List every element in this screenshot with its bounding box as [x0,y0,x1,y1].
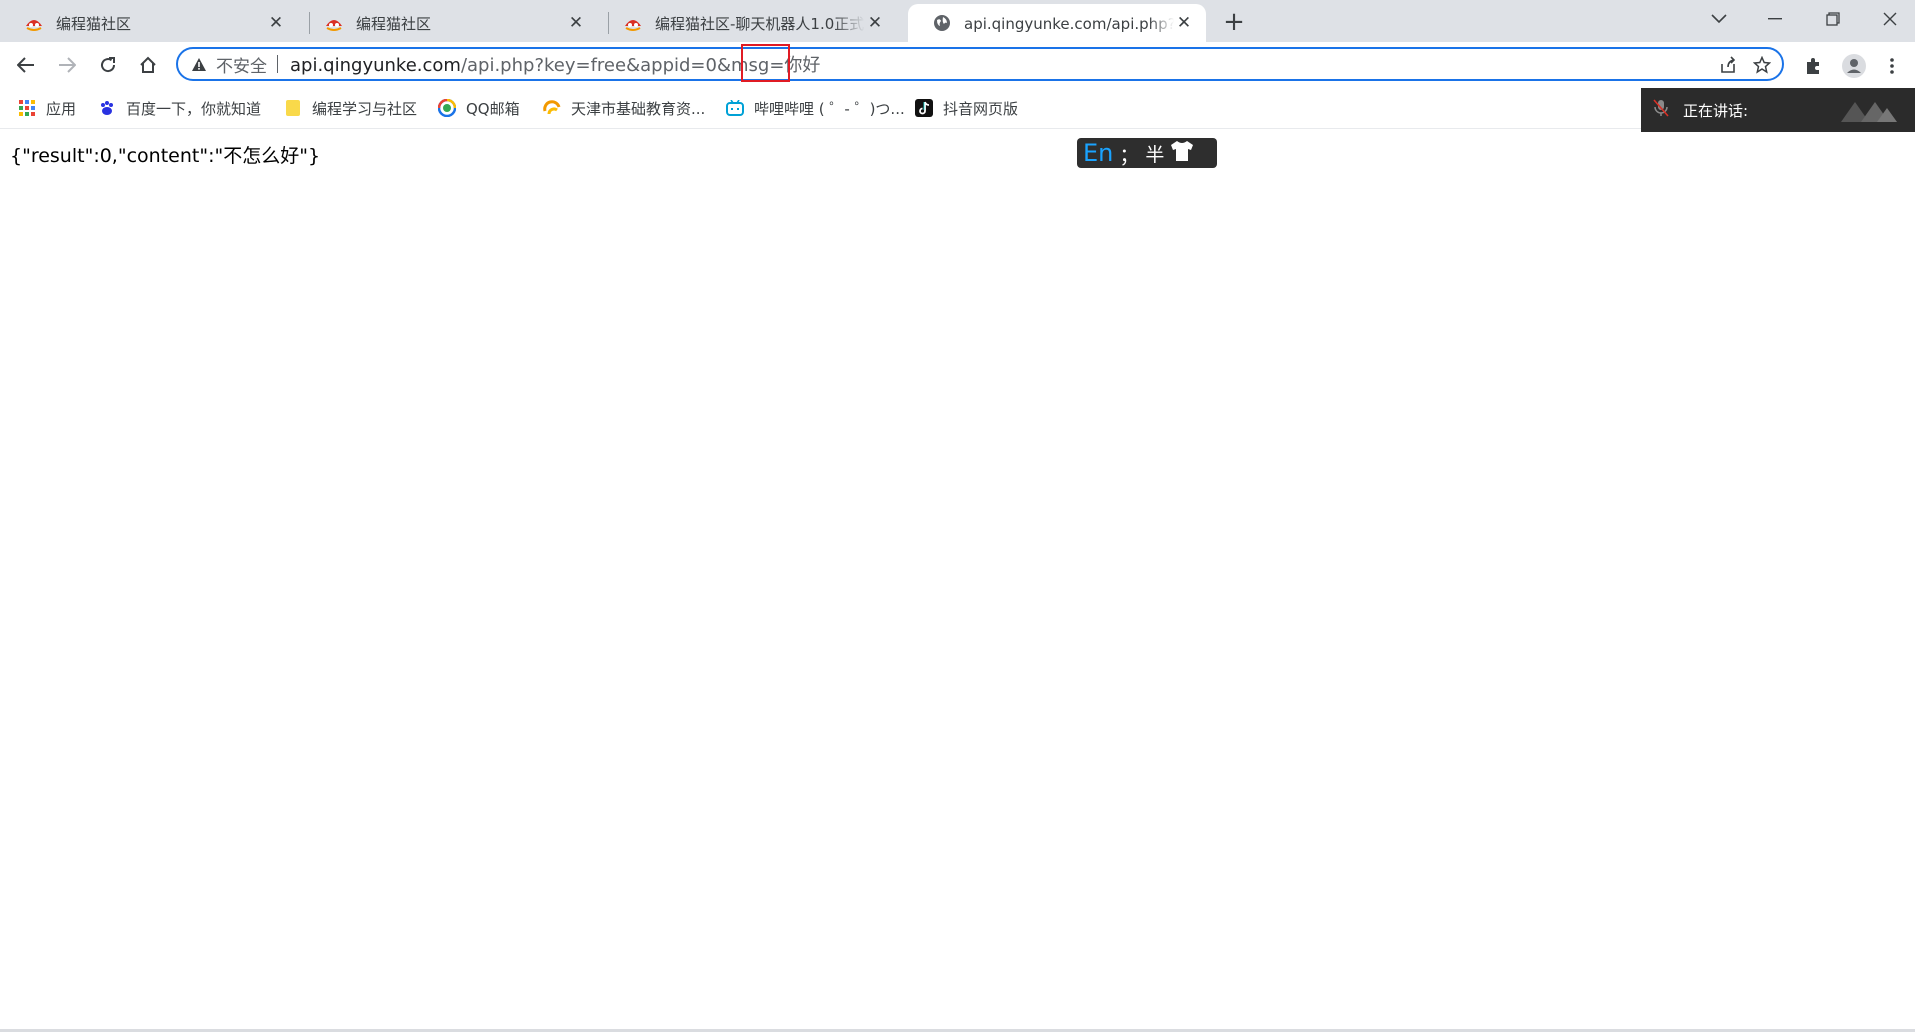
restore-icon [1826,12,1840,26]
bookmark-label: 编程学习与社区 [312,99,418,118]
codemao-icon [24,13,44,33]
warning-triangle-icon[interactable] [190,55,208,73]
tab-title: 编程猫社区 [356,14,432,33]
bookmark-douyin[interactable]: 抖音网页版 [915,96,1018,120]
ime-status-bar[interactable]: En ； 半 [1077,138,1217,168]
bookmark-bilibili[interactable]: 哔哩哔哩 ( ゜- ゜)つ... [726,96,905,120]
mic-muted-icon[interactable] [1653,99,1669,121]
bookmark-apps[interactable]: 应用 [18,96,76,120]
back-arrow-icon [17,57,34,73]
home-button[interactable] [132,49,164,81]
restore-button[interactable] [1805,0,1861,38]
profile-button[interactable] [1838,50,1870,82]
more-vert-icon [1890,58,1894,74]
tab-2[interactable]: 编程猫社区 ✕ [300,4,598,42]
security-label[interactable]: 不安全 [216,52,267,77]
voice-chat-overlay: 正在讲话: [1641,88,1915,132]
bookmark-label: 天津市基础教育资... [571,99,706,118]
tab-title: 编程猫社区 [56,14,132,33]
json-response-text: {"result":0,"content":"不怎么好"} [10,145,321,167]
ime-punctuation[interactable]: ； [1119,139,1139,168]
toolbar: 不安全 api.qingyunke.com/api.php?key=free&a… [0,42,1915,88]
tab-search-button[interactable] [1691,0,1747,38]
url-host: api.qingyunke.com [290,55,461,76]
codemao-icon [623,13,643,33]
tab-3[interactable]: 编程猫社区-聊天机器人1.0正式版 ✕ [599,4,897,42]
voice-speaking-label: 正在讲话: [1683,101,1749,120]
new-tab-button[interactable]: + [1219,7,1249,37]
tab-1[interactable]: 编程猫社区 ✕ [0,4,298,42]
tab-title: api.qingyunke.com/api.php?key=free&appid… [964,14,1174,33]
tab-title: 编程猫社区-聊天机器人1.0正式版 [655,14,865,33]
globe-icon [932,13,952,33]
red-annotation-box [741,44,790,82]
close-icon [1883,12,1897,26]
url-text[interactable]: api.qingyunke.com/api.php?key=free&appid… [290,44,820,82]
douyin-icon [915,99,933,117]
chevron-down-icon [1711,14,1727,24]
bookmark-star-icon[interactable] [1750,53,1774,77]
minimize-icon [1768,18,1782,20]
close-window-button[interactable] [1862,0,1915,38]
menu-button[interactable] [1876,50,1908,82]
avatar-icon [1842,54,1866,78]
bookmark-label: 抖音网页版 [943,99,1019,118]
tab-strip: 编程猫社区 ✕ 编程猫社区 ✕ 编程猫社区-聊天机器人1.0正式版 ✕ api.… [0,0,1915,42]
forward-button[interactable] [51,49,83,81]
extensions-button[interactable] [1797,50,1829,82]
bookmark-label: QQ邮箱 [466,99,520,118]
address-bar[interactable]: 不安全 api.qingyunke.com/api.php?key=free&a… [176,44,1784,82]
bilibili-icon [726,99,744,117]
close-icon[interactable]: ✕ [865,13,885,33]
home-icon [140,56,156,73]
bookmark-codemao-folder[interactable]: 编程学习与社区 [284,96,417,120]
forward-arrow-icon [59,57,76,73]
reload-icon [101,57,116,73]
minimize-button[interactable] [1747,0,1803,38]
shirt-skin-icon[interactable] [1170,140,1194,166]
close-icon[interactable]: ✕ [1174,13,1194,33]
url-path: /api.php?key=free&appid=0&msg= [460,55,785,76]
codemao-icon [324,13,344,33]
share-icon[interactable] [1716,53,1740,77]
bookmark-qqmail[interactable]: QQ邮箱 [438,96,520,120]
tab-4-active[interactable]: api.qingyunke.com/api.php?key=free&appid… [908,4,1206,42]
qq-mail-icon [438,99,456,117]
reload-button[interactable] [92,49,124,81]
ime-width[interactable]: 半 [1145,140,1164,167]
baidu-paw-icon [98,99,116,117]
folder-icon [284,99,302,117]
back-button[interactable] [10,49,42,81]
voice-app-logo [1839,98,1897,128]
bookmark-label: 百度一下，你就知道 [126,99,262,118]
bookmark-label: 哔哩哔哩 ( ゜- ゜)つ... [754,99,905,118]
ime-mode[interactable]: En [1083,139,1113,167]
bookmark-baidu[interactable]: 百度一下，你就知道 [98,96,261,120]
puzzle-icon [1807,58,1819,74]
omnibox-divider [277,55,278,73]
close-icon[interactable]: ✕ [266,13,286,33]
bookmark-tianjin-edu[interactable]: 天津市基础教育资... [543,96,705,120]
bookmark-label: 应用 [46,99,77,118]
bookmarks-bar: 应用 百度一下，你就知道 编程学习与社区 QQ邮箱 天津市基础教育资... 哔哩… [0,88,1915,129]
tianjin-edu-icon [543,99,561,117]
apps-grid-icon [18,99,36,117]
close-icon[interactable]: ✕ [566,13,586,33]
